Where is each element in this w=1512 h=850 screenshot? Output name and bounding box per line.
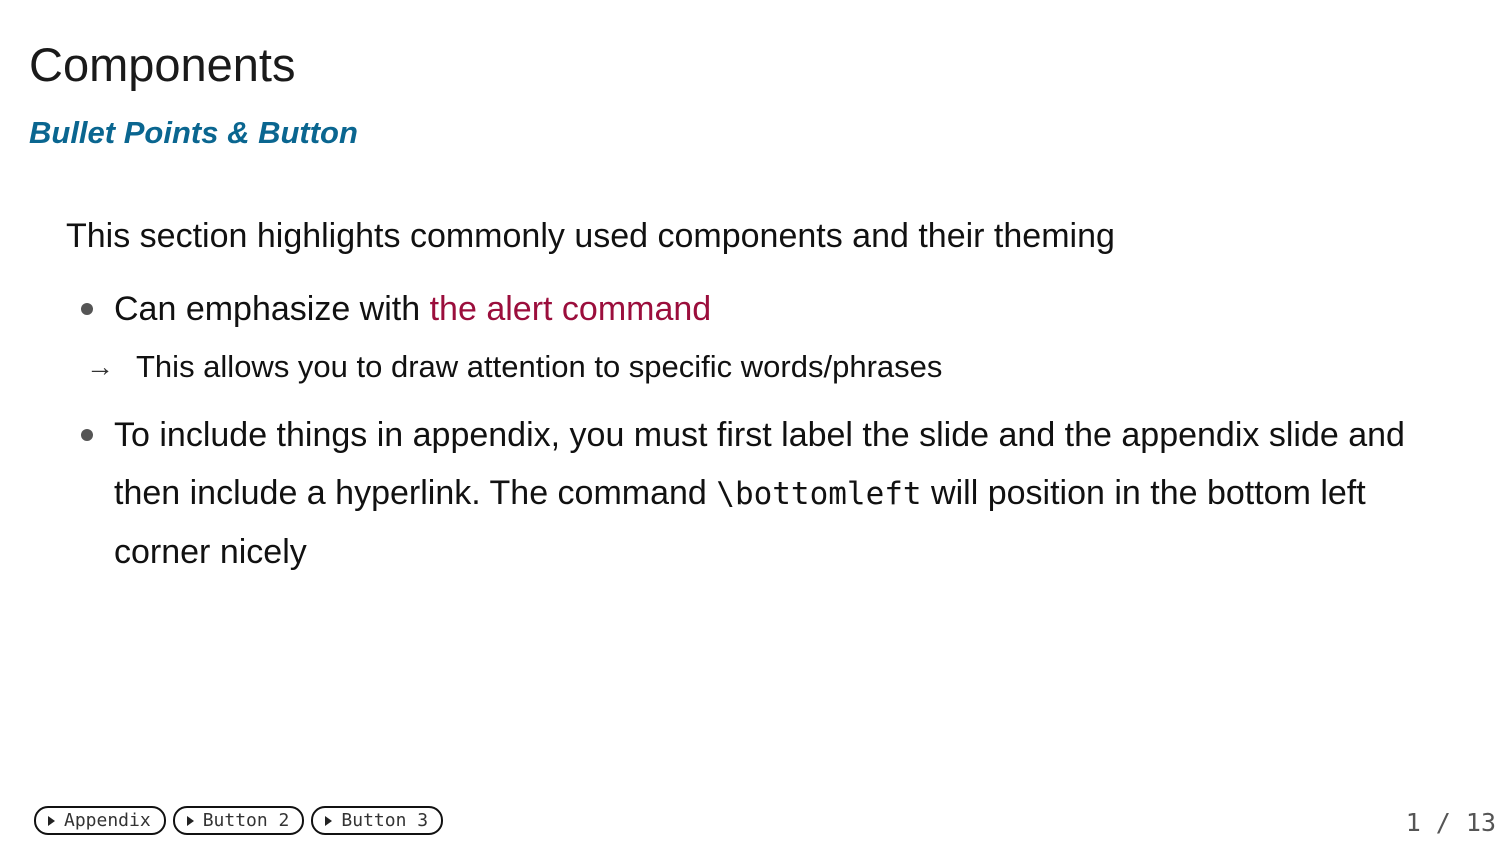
code-text: \bottomleft [716, 476, 922, 512]
play-triangle-icon [186, 815, 194, 826]
button-label: Button 3 [341, 810, 429, 831]
slide: Components Bullet Points & Button This s… [0, 0, 1512, 850]
slide-title: Components [29, 38, 296, 91]
bullet-dot-icon [81, 429, 93, 441]
button-label: Appendix [64, 810, 151, 831]
bullet-text: Can emphasize with [114, 290, 430, 328]
sub-bullet-item: → This allows you to draw attention to s… [66, 338, 1466, 396]
button-3[interactable]: Button 3 [311, 806, 444, 835]
slide-subtitle: Bullet Points & Button [29, 115, 358, 150]
appendix-button[interactable]: Appendix [34, 806, 166, 835]
bullet-item: To include things in appendix, you must … [66, 406, 1466, 581]
bullet-dot-icon [81, 303, 93, 315]
slide-body: This section highlights commonly used co… [66, 214, 1466, 581]
page-number: 1 / 13 [1405, 808, 1496, 837]
play-triangle-icon [325, 815, 333, 826]
play-triangle-icon [48, 815, 55, 826]
right-arrow-icon: → [86, 351, 114, 382]
button-2[interactable]: Button 2 [172, 806, 305, 835]
footer-buttons: Appendix Button 2 Button 3 [34, 806, 444, 835]
sub-bullet-text: This allows you to draw attention to spe… [136, 349, 943, 384]
intro-text: This section highlights commonly used co… [66, 217, 1115, 255]
bullet-item: Can emphasize with the alert command [66, 280, 1466, 338]
button-label: Button 2 [202, 810, 290, 831]
alert-text: the alert command [429, 290, 712, 328]
